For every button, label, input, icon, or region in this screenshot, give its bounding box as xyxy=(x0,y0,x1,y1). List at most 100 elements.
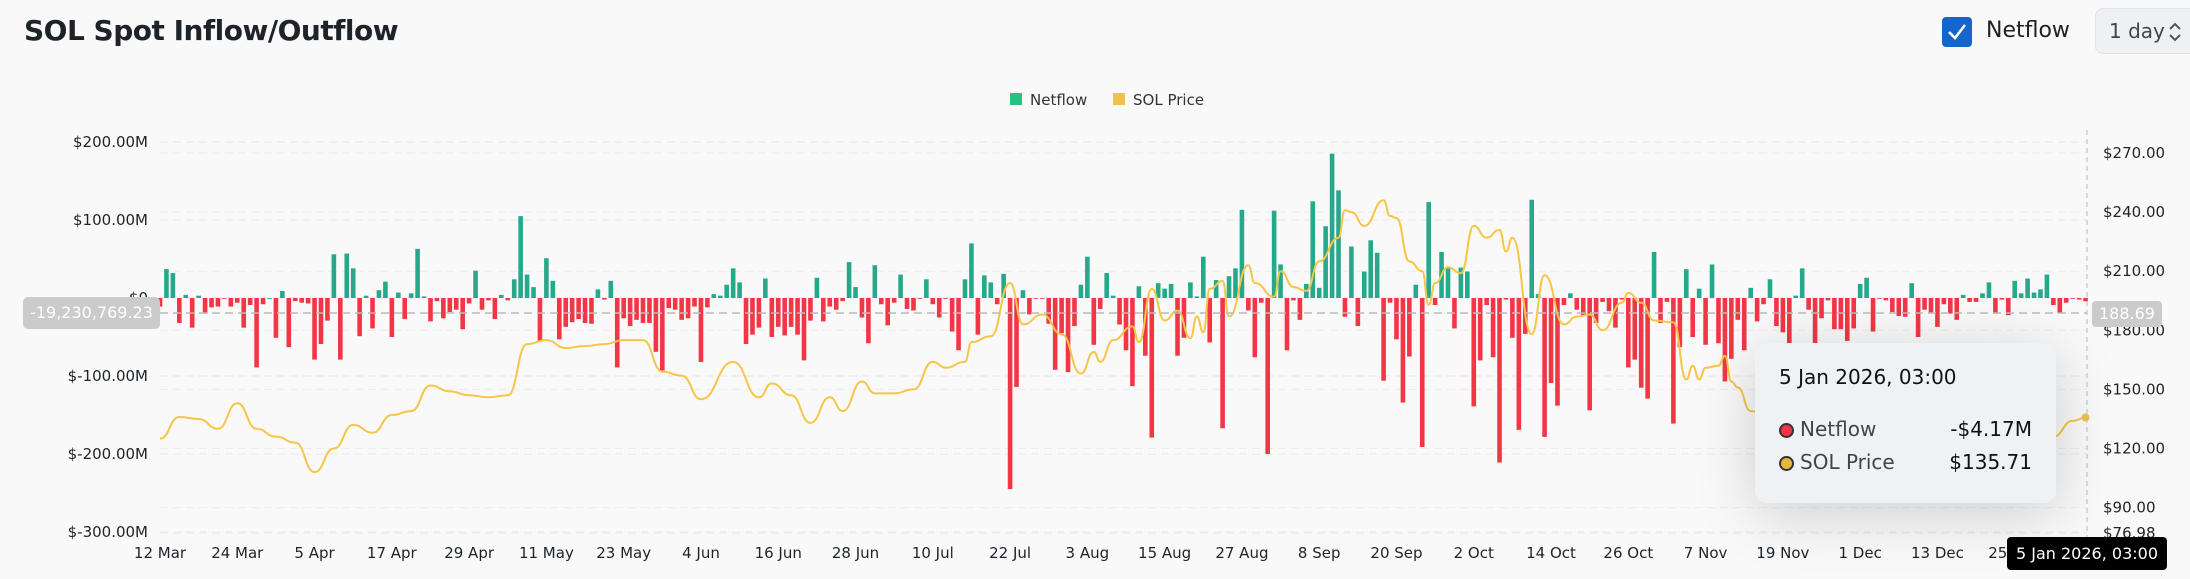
netflow-bar-inflow[interactable] xyxy=(518,216,523,298)
legend-netflow[interactable]: Netflow xyxy=(1030,91,1087,109)
netflow-bar-outflow[interactable] xyxy=(1832,298,1837,330)
netflow-bar-outflow[interactable] xyxy=(576,298,581,320)
netflow-bar-inflow[interactable] xyxy=(164,269,169,298)
netflow-bar-outflow[interactable] xyxy=(1407,298,1412,357)
netflow-bar-outflow[interactable] xyxy=(447,298,453,313)
netflow-bar-inflow[interactable] xyxy=(724,284,730,298)
netflow-bar-outflow[interactable] xyxy=(1387,298,1393,303)
netflow-bar-inflow[interactable] xyxy=(898,274,903,298)
netflow-bar-outflow[interactable] xyxy=(479,298,485,310)
netflow-bar-outflow[interactable] xyxy=(215,298,221,307)
netflow-bar-outflow[interactable] xyxy=(1819,298,1824,319)
netflow-bar-inflow[interactable] xyxy=(408,293,414,298)
netflow-bar-inflow[interactable] xyxy=(2031,292,2037,298)
netflow-bar-outflow[interactable] xyxy=(453,298,459,310)
netflow-bar-inflow[interactable] xyxy=(872,265,878,298)
netflow-bar-outflow[interactable] xyxy=(1626,298,1631,368)
netflow-bar-outflow[interactable] xyxy=(1497,298,1502,463)
netflow-bar-outflow[interactable] xyxy=(627,298,633,327)
netflow-bar-outflow[interactable] xyxy=(653,298,659,352)
netflow-bar-inflow[interactable] xyxy=(1104,273,1109,298)
netflow-bar-inflow[interactable] xyxy=(415,248,420,298)
netflow-bar-inflow[interactable] xyxy=(717,295,723,298)
netflow-bar-outflow[interactable] xyxy=(769,298,775,337)
netflow-bar-outflow[interactable] xyxy=(930,298,936,305)
netflow-bar-outflow[interactable] xyxy=(1117,298,1122,325)
netflow-bar-inflow[interactable] xyxy=(524,274,530,298)
netflow-bar-inflow[interactable] xyxy=(1361,271,1367,298)
netflow-bar-inflow[interactable] xyxy=(1980,293,1985,298)
netflow-bar-inflow[interactable] xyxy=(1986,282,1992,298)
netflow-bar-inflow[interactable] xyxy=(1349,246,1354,298)
netflow-bar-outflow[interactable] xyxy=(1252,298,1258,358)
netflow-bar-inflow[interactable] xyxy=(280,290,285,298)
legend[interactable]: Netflow SOL Price xyxy=(1010,91,1204,109)
netflow-bar-outflow[interactable] xyxy=(1928,298,1934,313)
netflow-bar-inflow[interactable] xyxy=(1709,264,1715,298)
netflow-bar-inflow[interactable] xyxy=(421,296,427,298)
netflow-bar-outflow[interactable] xyxy=(1658,298,1663,323)
netflow-bar-outflow[interactable] xyxy=(647,298,652,323)
netflow-bar-inflow[interactable] xyxy=(183,294,189,298)
netflow-bar-inflow[interactable] xyxy=(499,294,504,298)
netflow-bar-inflow[interactable] xyxy=(763,278,768,299)
netflow-bar-outflow[interactable] xyxy=(936,298,942,318)
netflow-bar-outflow[interactable] xyxy=(1825,298,1831,301)
netflow-bar-outflow[interactable] xyxy=(1516,298,1522,430)
netflow-bar-outflow[interactable] xyxy=(569,298,575,323)
netflow-bar-outflow[interactable] xyxy=(1297,298,1303,320)
netflow-bar-outflow[interactable] xyxy=(1039,298,1045,299)
netflow-bar-outflow[interactable] xyxy=(1993,298,1998,314)
netflow-bar-outflow[interactable] xyxy=(1606,298,1612,312)
netflow-bar-outflow[interactable] xyxy=(1510,298,1515,338)
netflow-bar-inflow[interactable] xyxy=(1683,269,1689,298)
netflow-bar-outflow[interactable] xyxy=(1774,298,1779,327)
netflow-bar-inflow[interactable] xyxy=(350,268,356,298)
netflow-bar-outflow[interactable] xyxy=(1490,298,1496,358)
netflow-bar-outflow[interactable] xyxy=(634,298,639,320)
netflow-bar-outflow[interactable] xyxy=(1922,298,1927,310)
netflow-bar-outflow[interactable] xyxy=(698,298,704,362)
netflow-bar-outflow[interactable] xyxy=(338,298,343,360)
netflow-bar-outflow[interactable] xyxy=(1574,298,1580,310)
netflow-bar-inflow[interactable] xyxy=(1271,210,1277,298)
netflow-bar-outflow[interactable] xyxy=(1638,298,1644,388)
netflow-bar-outflow[interactable] xyxy=(602,298,607,300)
netflow-bar-outflow[interactable] xyxy=(2063,298,2069,303)
netflow-bar-inflow[interactable] xyxy=(982,275,987,298)
netflow-bar-outflow[interactable] xyxy=(1806,298,1811,310)
netflow-bar-outflow[interactable] xyxy=(1123,298,1129,351)
netflow-bar-inflow[interactable] xyxy=(988,282,994,298)
netflow-bar-inflow[interactable] xyxy=(1336,190,1341,298)
netflow-bar-outflow[interactable] xyxy=(466,298,472,304)
netflow-bar-outflow[interactable] xyxy=(228,298,234,307)
netflow-bar-outflow[interactable] xyxy=(808,298,813,321)
netflow-bar-inflow[interactable] xyxy=(1329,153,1335,298)
netflow-bar-outflow[interactable] xyxy=(1291,298,1296,301)
netflow-bar-inflow[interactable] xyxy=(1413,284,1419,298)
netflow-bar-outflow[interactable] xyxy=(434,298,440,302)
netflow-bar-outflow[interactable] xyxy=(1973,298,1979,302)
netflow-bar-outflow[interactable] xyxy=(312,298,317,360)
netflow-bar-outflow[interactable] xyxy=(1381,298,1386,381)
netflow-bar-outflow[interactable] xyxy=(402,298,408,320)
netflow-bar-outflow[interactable] xyxy=(1175,298,1180,356)
netflow-bar-outflow[interactable] xyxy=(666,298,672,309)
netflow-bar-outflow[interactable] xyxy=(1722,298,1728,382)
netflow-bar-inflow[interactable] xyxy=(2038,289,2043,298)
netflow-bar-outflow[interactable] xyxy=(1999,298,2005,300)
netflow-bar-outflow[interactable] xyxy=(1896,298,1902,316)
netflow-bar-inflow[interactable] xyxy=(1696,288,1702,298)
netflow-bar-outflow[interactable] xyxy=(1619,298,1625,300)
netflow-bar-inflow[interactable] xyxy=(1020,290,1026,298)
netflow-bar-outflow[interactable] xyxy=(234,298,240,303)
netflow-bar-outflow[interactable] xyxy=(833,298,839,310)
netflow-bar-outflow[interactable] xyxy=(827,298,833,307)
netflow-bar-outflow[interactable] xyxy=(885,298,891,326)
netflow-bar-outflow[interactable] xyxy=(891,298,897,303)
netflow-bar-outflow[interactable] xyxy=(795,298,800,335)
netflow-bar-inflow[interactable] xyxy=(924,279,929,298)
netflow-bar-outflow[interactable] xyxy=(1915,298,1921,337)
netflow-bar-inflow[interactable] xyxy=(1799,268,1805,298)
netflow-bar-outflow[interactable] xyxy=(1954,298,1960,320)
